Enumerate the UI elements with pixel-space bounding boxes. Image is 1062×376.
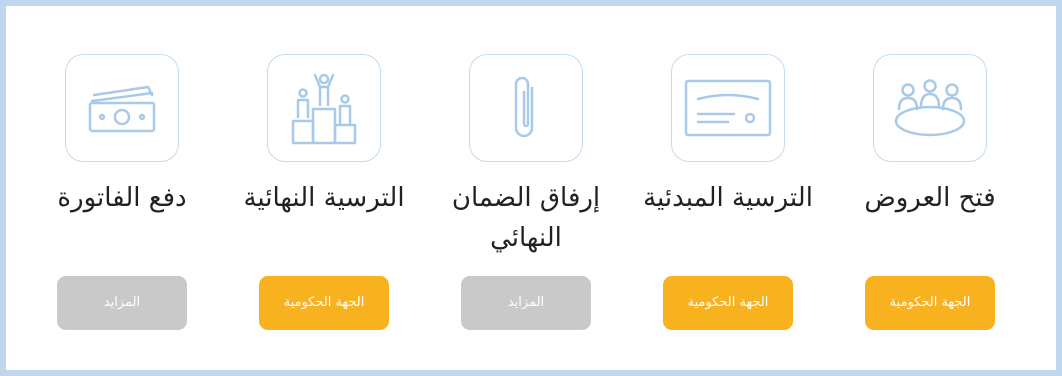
step-icon-box <box>267 54 381 162</box>
paperclip-icon <box>514 76 534 138</box>
step-icon-box <box>469 54 583 162</box>
step-title: فتح العروض <box>864 183 996 213</box>
responsible-party-badge: الجهة الحكومية <box>865 276 995 330</box>
responsible-party-badge: الجهة الحكومية <box>259 276 389 330</box>
step-icon-box <box>873 54 987 162</box>
meeting-table-icon <box>894 79 966 137</box>
money-icon <box>88 85 156 133</box>
step-initial-award: الترسية المبدئية الجهة الحكومية <box>628 0 828 376</box>
step-icon-box <box>671 54 785 162</box>
step-title: دفع الفاتورة <box>57 183 187 213</box>
step-title: الترسية المبدئية <box>643 183 813 213</box>
responsible-party-badge: الجهة الحكومية <box>663 276 793 330</box>
responsible-party-badge: المزايد <box>57 276 187 330</box>
step-icon-box <box>65 54 179 162</box>
step-final-award: الترسية النهائية الجهة الحكومية <box>224 0 424 376</box>
podium-icon <box>291 73 357 145</box>
responsible-party-badge: المزايد <box>461 276 591 330</box>
process-steps: فتح العروض الجهة الحكومية الترسية المبدئ… <box>0 0 1062 376</box>
step-title: إرفاق الضمان النهائي <box>451 183 601 253</box>
step-open-offers: فتح العروض الجهة الحكومية <box>830 0 1030 376</box>
step-title: الترسية النهائية <box>243 183 405 213</box>
step-attach-final-guarantee: إرفاق الضمان النهائي المزايد <box>426 0 626 376</box>
step-pay-invoice: دفع الفاتورة المزايد <box>22 0 222 376</box>
certificate-icon <box>684 79 772 137</box>
